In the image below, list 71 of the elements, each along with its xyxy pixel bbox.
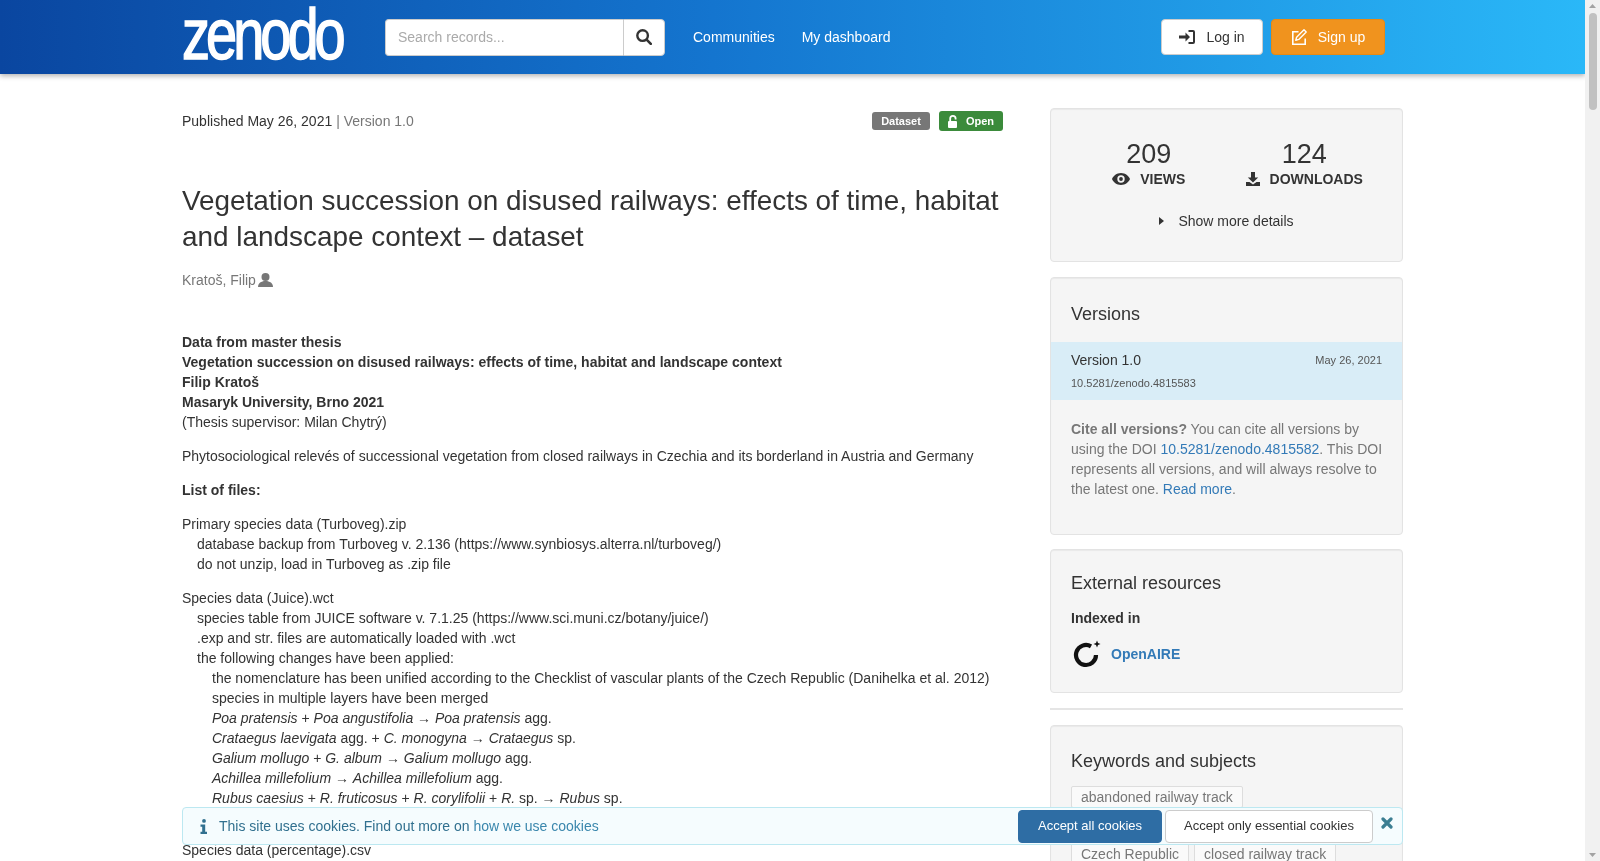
scroll-up-arrow-icon: [1589, 4, 1596, 8]
site-logo[interactable]: zenodo: [182, 8, 342, 60]
cookie-message: This site uses cookies. Find out more on how we use cookies: [219, 817, 599, 836]
description-line: Phytosociological relevés of successional vegetation from closed railways in Czechia and its borderland in Austria and Germany: [182, 447, 975, 466]
resource-type-badge: Dataset: [872, 112, 930, 130]
description-line: Filip Kratoš: [182, 373, 260, 392]
cite-note: Cite all versions? You can cite all versions by using the DOI 10.5281/zenodo.4815582. This DOI represents all versions, and will always resolve to the latest one. Read more.: [1071, 420, 1384, 499]
file-detail: species table from JUICE software v. 7.1.25 (https://www.sci.muni.cz/botany/juice/): [197, 609, 710, 628]
downloads-label: DOWNLOADS: [1269, 170, 1363, 189]
file-name: Primary species data (Turboveg).zip: [182, 515, 408, 534]
accept-essential-button[interactable]: Accept only essential cookies: [1165, 809, 1373, 843]
login-arrow-icon: [1179, 30, 1196, 44]
file-detail: database backup from Turboveg v. 2.136 (https://www.synbiosys.alterra.nl/turboveg/): [197, 535, 723, 554]
keyword-tag[interactable]: abandoned railway track: [1071, 786, 1243, 808]
file-detail: Achillea millefolium → Achillea millefolium agg.: [212, 769, 504, 788]
scrollbar[interactable]: [1585, 0, 1600, 861]
description-line: Data from master thesis: [182, 333, 343, 352]
show-details-toggle[interactable]: Show more details: [1159, 211, 1294, 231]
views-label: VIEWS: [1140, 170, 1186, 189]
panel-heading: Keywords and subjects: [1070, 750, 1258, 772]
file-name: Species data (Juice).wct: [182, 589, 335, 608]
search-button[interactable]: [623, 18, 665, 56]
version-doi: 10.5281/zenodo.4815583: [1071, 376, 1197, 391]
pencil-square-icon: [1290, 29, 1307, 45]
file-detail: Crataegus laevigata agg. + C. monogyna → Crataegus sp.: [212, 729, 577, 748]
scrollbar-thumb[interactable]: [1588, 13, 1597, 110]
description-line: Masaryk University, Brno 2021: [182, 393, 386, 412]
version-name: Version 1.0: [1071, 351, 1142, 370]
version-label: | Version 1.0: [336, 112, 414, 131]
nav-link[interactable]: My dashboard: [801, 27, 891, 47]
file-detail: Rubus caesius + R. fruticosus + R. corylifolii + R. sp. → Rubus sp.: [212, 789, 624, 808]
close-button[interactable]: [1381, 817, 1393, 829]
file-detail: the nomenclature has been unified according to the Checklist of vascular plants of the Czech Republic (Danihelka et al. 2012): [212, 669, 991, 688]
person-icon: [257, 273, 273, 287]
version-date: May 26, 2021: [1315, 353, 1382, 368]
download-icon: [1245, 172, 1260, 186]
signup-button[interactable]: Sign up: [1271, 19, 1385, 55]
scroll-down-arrow-icon: [1589, 853, 1596, 857]
downloads-count: 124: [1281, 139, 1327, 169]
source-link[interactable]: OpenAIRE: [1111, 644, 1181, 664]
indexed-in-label: Indexed in: [1071, 609, 1142, 628]
version-item[interactable]: Version 1.0 May 26, 2021 10.5281/zenodo.4815583: [1051, 342, 1402, 400]
description-line: Vegetation succession on disused railways: effects of time, habitat and landscape context: [182, 353, 783, 372]
panel-heading: External resources: [1070, 572, 1223, 594]
info-icon: [200, 818, 207, 834]
panel-heading: Versions: [1070, 303, 1142, 325]
search-icon: [636, 29, 652, 45]
eye-icon: [1112, 173, 1131, 185]
record-title: Vegetation succession on disused railways: effects of time, habitat and landscape context – dataset: [182, 184, 1000, 254]
accept-all-button[interactable]: Accept all cookies: [1018, 809, 1162, 843]
search-field[interactable]: Search records...: [385, 18, 623, 56]
description-line: List of files:: [182, 481, 262, 500]
cookie-policy-link[interactable]: how we use cookies: [473, 818, 599, 834]
description-line: (Thesis supervisor: Milan Chytrý): [182, 413, 388, 432]
file-detail: species in multiple layers have been merged: [212, 689, 490, 708]
file-detail: Galium mollugo + G. album → Galium mollugo agg.: [212, 749, 534, 768]
publication-date: Published May 26, 2021: [182, 112, 333, 131]
ring-logo-icon: [1073, 640, 1101, 668]
file-name: Species data (percentage).csv: [182, 841, 373, 860]
views-count: 209: [1126, 139, 1172, 169]
file-detail: the following changes have been applied:: [197, 649, 455, 668]
nav-link[interactable]: Communities: [693, 27, 775, 47]
open-padlock-icon: [947, 114, 957, 128]
note-link[interactable]: Read more: [1162, 481, 1233, 497]
access-badge: Open: [938, 111, 1003, 131]
file-detail: do not unzip, load in Turboveg as .zip file: [197, 555, 452, 574]
login-button[interactable]: Log in: [1161, 19, 1263, 55]
file-detail: .exp and str. files are automatically loaded with .wct: [197, 629, 517, 648]
file-detail: Poa pratensis + Poa angustifolia → Poa pratensis agg.: [212, 709, 553, 728]
author-name: Kratoš, Filip: [182, 271, 256, 290]
close-icon: [1381, 817, 1393, 829]
